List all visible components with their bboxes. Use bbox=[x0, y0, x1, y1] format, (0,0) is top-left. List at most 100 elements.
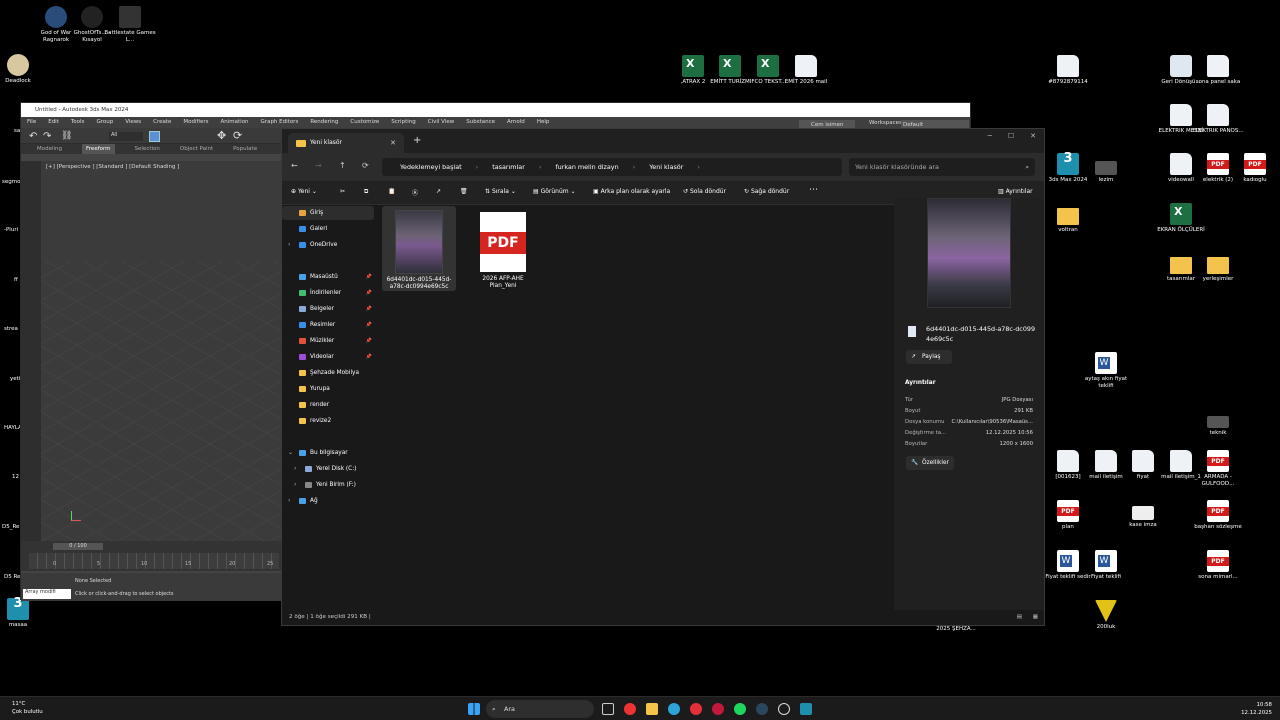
desktop-icon-ekran-olculeri[interactable]: EKRAN ÖLÇÜLERİ bbox=[1155, 203, 1207, 234]
file-explorer-icon[interactable] bbox=[646, 703, 658, 715]
menu-create[interactable]: Create bbox=[153, 117, 171, 128]
rename-icon[interactable]: Ⓐ bbox=[412, 188, 418, 197]
refresh-icon[interactable]: ⟳ bbox=[362, 161, 369, 170]
nav-item[interactable]: › Ağ bbox=[282, 494, 374, 508]
new-tab-icon[interactable]: + bbox=[413, 133, 421, 149]
nav-item[interactable]: Şehzade Mobilya bbox=[282, 366, 374, 380]
task-view-icon[interactable] bbox=[602, 703, 614, 715]
desktop-icon-partial[interactable]: 12 bbox=[12, 474, 19, 480]
menu-graph-editors[interactable]: Graph Editors bbox=[261, 117, 299, 128]
chevron-icon[interactable]: ⌄ bbox=[288, 446, 293, 460]
desktop-icon-masaa[interactable]: masaa bbox=[0, 598, 44, 629]
taskbar-search[interactable]: ⌕ Ara bbox=[486, 700, 594, 718]
file-item-image[interactable]: 6d4401dc-d015-445d-a78c-dc0994e69c5c bbox=[382, 206, 456, 291]
spotify-icon[interactable] bbox=[734, 703, 746, 715]
nav-item[interactable]: › Yeni Birim (F:) bbox=[282, 478, 374, 492]
desktop-icon-partial[interactable]: D5_Re bbox=[2, 524, 19, 530]
desktop-icon-right-0[interactable]: #8792879114 bbox=[1042, 55, 1094, 86]
rotate-right-button[interactable]: ↻ Sağa döndür bbox=[744, 188, 789, 195]
nav-item[interactable]: Galeri bbox=[282, 222, 374, 236]
file-item-pdf[interactable]: PDF 2026 AFP-AHE Plan_Yeni bbox=[466, 206, 540, 291]
link-icon[interactable]: ⛓ bbox=[61, 131, 72, 141]
pin-icon[interactable]: 📌 bbox=[366, 286, 372, 300]
nav-item[interactable]: Resimler 📌 bbox=[282, 318, 374, 332]
menu-group[interactable]: Group bbox=[96, 117, 113, 128]
weather-widget[interactable]: 11°C Çok bulutlu bbox=[12, 700, 43, 716]
chevron-icon[interactable]: › bbox=[288, 494, 290, 508]
ribbon-tab-modeling[interactable]: Modeling bbox=[37, 144, 62, 154]
close-icon[interactable]: ✕ bbox=[1030, 129, 1036, 143]
nav-item[interactable]: Belgeler 📌 bbox=[282, 302, 374, 316]
menu-modifiers[interactable]: Modifiers bbox=[183, 117, 208, 128]
nav-item[interactable]: revize2 bbox=[282, 414, 374, 428]
desktop-icon-partial[interactable]: segmo bbox=[2, 179, 20, 185]
paste-icon[interactable]: 📋 bbox=[388, 188, 395, 195]
viewport-label[interactable]: [+] [Perspective ] [Standard ] [Default … bbox=[41, 161, 303, 173]
selection-filter-dropdown[interactable]: All bbox=[109, 132, 143, 141]
chrome-icon[interactable] bbox=[624, 703, 636, 715]
opera-icon[interactable] bbox=[690, 703, 702, 715]
desktop-icon-battlestate[interactable]: Battlestate Games L... bbox=[104, 6, 156, 44]
menu-edit[interactable]: Edit bbox=[48, 117, 59, 128]
time-slider[interactable]: 0 / 100 bbox=[53, 543, 103, 550]
nav-item[interactable]: Giriş bbox=[282, 206, 374, 220]
menu-animation[interactable]: Animation bbox=[221, 117, 249, 128]
nav-item[interactable]: Müzikler 📌 bbox=[282, 334, 374, 348]
menu-file[interactable]: File bbox=[27, 117, 36, 128]
chatgpt-icon[interactable] bbox=[778, 703, 790, 715]
pin-icon[interactable]: 📌 bbox=[366, 318, 372, 332]
start-button[interactable] bbox=[468, 703, 480, 715]
share-icon[interactable]: ↗ bbox=[436, 188, 441, 195]
menu-scripting[interactable]: Scripting bbox=[391, 117, 415, 128]
properties-button[interactable]: 🔧 Özellikler bbox=[906, 456, 954, 470]
desktop-icon-sona-mimarl[interactable]: sona mimarl... bbox=[1192, 550, 1244, 581]
breadcrumb-item[interactable]: Yedeklemeyi başlat bbox=[400, 163, 462, 171]
desktop-icon-partial[interactable]: -Pluri bbox=[4, 227, 18, 233]
delete-icon[interactable]: 🗑 bbox=[460, 188, 468, 195]
close-tab-icon[interactable]: ✕ bbox=[390, 133, 396, 153]
desktop-icon-plan[interactable]: plan bbox=[1042, 500, 1094, 531]
nav-item[interactable]: render bbox=[282, 398, 374, 412]
desktop-icon-partial[interactable]: strea bbox=[4, 326, 18, 332]
menu-tools[interactable]: Tools bbox=[71, 117, 85, 128]
pin-icon[interactable]: 📌 bbox=[366, 270, 372, 284]
nav-item[interactable]: ⌄ Bu bilgisayar bbox=[282, 446, 374, 460]
nav-item[interactable]: Videolar 📌 bbox=[282, 350, 374, 364]
nav-item[interactable]: › OneDrive bbox=[282, 238, 374, 252]
file-list[interactable]: 6d4401dc-d015-445d-a78c-dc0994e69c5c PDF… bbox=[376, 206, 894, 611]
timeline[interactable]: 0 / 100 0 5 10 15 20 25 bbox=[21, 541, 283, 571]
chevron-icon[interactable]: › bbox=[294, 462, 296, 476]
desktop-icon-2025-sehza[interactable]: 2025 ŞEHZA... bbox=[930, 626, 982, 633]
desktop-icon-right-2[interactable]: sona panel saka bbox=[1192, 55, 1244, 86]
chevron-icon[interactable]: › bbox=[294, 478, 296, 492]
nav-item[interactable]: İndirilenler 📌 bbox=[282, 286, 374, 300]
back-icon[interactable]: ← bbox=[291, 161, 298, 170]
menu-customize[interactable]: Customize bbox=[350, 117, 379, 128]
menu-help[interactable]: Help bbox=[537, 117, 550, 128]
chevron-icon[interactable]: › bbox=[288, 238, 290, 252]
select-object-icon[interactable] bbox=[149, 131, 160, 142]
sort-button[interactable]: ⇅ Sırala ⌄ bbox=[485, 188, 516, 195]
desktop-icon-teknik[interactable]: teknik bbox=[1192, 410, 1244, 437]
menu-arnold[interactable]: Arnold bbox=[507, 117, 525, 128]
desktop-icon-200luk[interactable]: 200luk bbox=[1080, 600, 1132, 631]
share-button[interactable]: ↗ Paylaş bbox=[906, 350, 952, 364]
steam-icon[interactable] bbox=[756, 703, 768, 715]
desktop-icon-yerlesimler[interactable]: yerleşimler bbox=[1192, 252, 1244, 283]
copy-icon[interactable]: ⧉ bbox=[364, 188, 368, 196]
nav-item[interactable]: Yurupa bbox=[282, 382, 374, 396]
desktop-icon-partial[interactable]: yeti bbox=[10, 376, 20, 382]
desktop-icon-bashan[interactable]: başhan sözleşme bbox=[1192, 500, 1244, 531]
move-icon[interactable]: ✥ bbox=[217, 129, 226, 142]
ribbon-tab-selection[interactable]: Selection bbox=[135, 144, 160, 154]
breadcrumb-item[interactable]: tasarımlar bbox=[492, 163, 525, 171]
ribbon-tab-populate[interactable]: Populate bbox=[233, 144, 257, 154]
new-button[interactable]: ⊕ Yeni ⌄ bbox=[291, 188, 317, 195]
more-options-icon[interactable]: ⋯ bbox=[809, 185, 818, 195]
nav-item[interactable]: Masaüstü 📌 bbox=[282, 270, 374, 284]
pin-icon[interactable]: 📌 bbox=[366, 334, 372, 348]
menu-views[interactable]: Views bbox=[125, 117, 141, 128]
timeline-track[interactable] bbox=[29, 553, 279, 569]
opera-gx-icon[interactable] bbox=[712, 703, 724, 715]
perspective-viewport[interactable]: [+] [Perspective ] [Standard ] [Default … bbox=[41, 161, 303, 541]
